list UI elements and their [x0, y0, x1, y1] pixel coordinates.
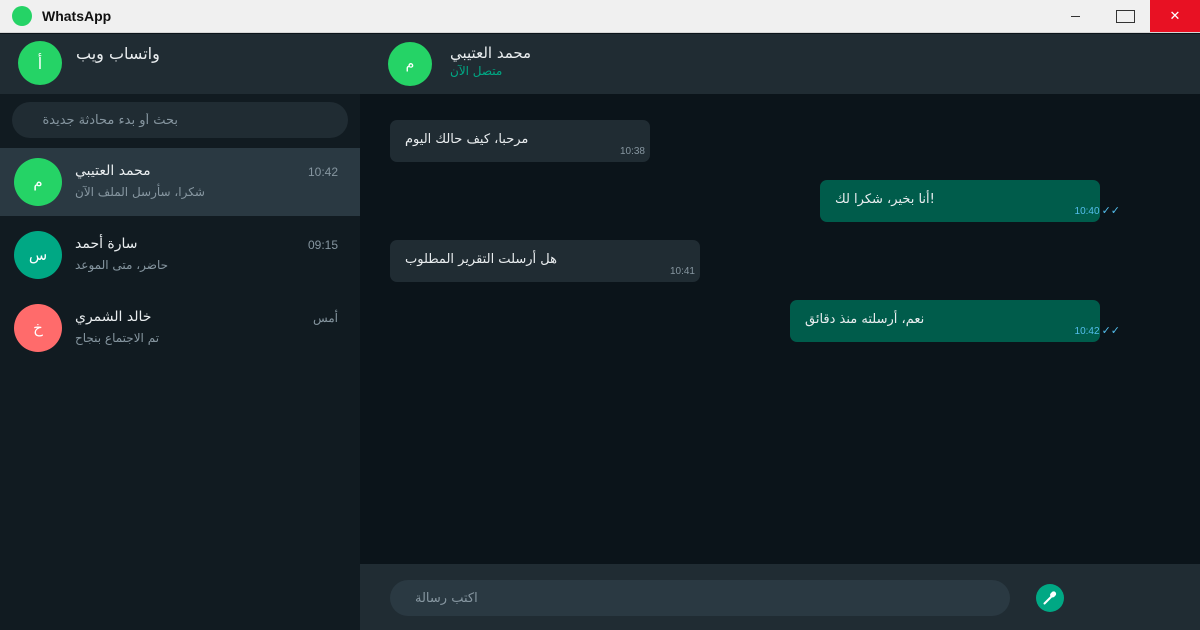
sidebar-title: واتساب ويب	[76, 44, 160, 63]
message-time-status: 10:40 ✓✓	[1075, 204, 1120, 217]
chat-preview: حاضر، متى الموعد	[75, 258, 169, 272]
chat-preview: شكرا، سأرسل الملف الآن	[75, 185, 205, 199]
window-title: WhatsApp	[42, 8, 112, 24]
message-bubble-incoming: هل أرسلت التقرير المطلوب 10:41	[390, 240, 700, 282]
chat-name: خالد الشمري	[75, 309, 152, 325]
chat-name: سارة أحمد	[75, 236, 138, 252]
avatar: خ	[14, 304, 62, 352]
chat-time: أمس	[312, 311, 338, 325]
double-check-icon: ✓✓	[1101, 325, 1120, 337]
double-check-icon: ✓✓	[1101, 205, 1120, 217]
contact-status: متصل الآن	[450, 64, 503, 78]
message-time: 10:40	[1074, 206, 1100, 217]
message-text: أنا بخير، شكرا لك!	[835, 192, 935, 207]
sidebar: أ واتساب ويب م محمد العتيبي شكرا، سأرسل …	[0, 34, 360, 630]
chat-preview: تم الاجتماع بنجاح	[75, 331, 160, 345]
minimize-icon	[1070, 15, 1080, 17]
message-time: 10:41	[669, 266, 695, 277]
avatar: س	[14, 231, 62, 279]
message-time: 10:38	[619, 146, 645, 157]
message-bubble-outgoing: نعم، أرسلته منذ دقائق 10:42 ✓✓	[790, 300, 1120, 342]
message-text: هل أرسلت التقرير المطلوب	[405, 252, 557, 267]
chat-list-item[interactable]: س سارة أحمد حاضر، متى الموعد 09:15	[0, 221, 360, 289]
send-button[interactable]	[1036, 584, 1064, 612]
window-titlebar: WhatsApp ✕	[0, 0, 1200, 33]
contact-avatar[interactable]: م	[388, 42, 432, 86]
close-button[interactable]: ✕	[1150, 0, 1200, 32]
chat-time: 09:15	[307, 238, 338, 252]
message-bubble-outgoing: أنا بخير، شكرا لك! 10:40 ✓✓	[820, 180, 1120, 222]
profile-avatar[interactable]: أ	[18, 41, 62, 85]
message-text: مرحبا، كيف حالك اليوم	[405, 132, 529, 147]
message-time-status: 10:42 ✓✓	[1075, 324, 1120, 337]
maximize-button[interactable]	[1100, 0, 1150, 32]
message-composer	[360, 564, 1200, 630]
search-input[interactable]	[12, 102, 348, 138]
chat-list-item[interactable]: م محمد العتيبي شكرا، سأرسل الملف الآن 10…	[0, 148, 360, 216]
avatar: م	[14, 158, 62, 206]
sidebar-header: أ واتساب ويب	[0, 34, 360, 94]
message-bubble-incoming: مرحبا، كيف حالك اليوم 10:38	[390, 120, 650, 162]
conversation-header: م محمد العتيبي متصل الآن	[360, 34, 1200, 94]
message-input[interactable]	[390, 580, 1010, 616]
conversation-panel: م محمد العتيبي متصل الآن مرحبا، كيف حالك…	[360, 34, 1200, 630]
chat-list-item[interactable]: خ خالد الشمري تم الاجتماع بنجاح أمس	[0, 294, 360, 362]
close-icon: ✕	[1169, 8, 1181, 23]
minimize-button[interactable]	[1050, 0, 1100, 32]
whatsapp-logo-icon	[12, 6, 32, 26]
maximize-icon	[1115, 9, 1135, 23]
chat-name: محمد العتيبي	[75, 163, 151, 179]
microphone-icon	[1043, 591, 1057, 605]
message-text: نعم، أرسلته منذ دقائق	[805, 312, 925, 327]
contact-name[interactable]: محمد العتيبي	[450, 44, 531, 62]
message-time: 10:42	[1074, 326, 1100, 337]
chat-time: 10:42	[307, 165, 338, 179]
